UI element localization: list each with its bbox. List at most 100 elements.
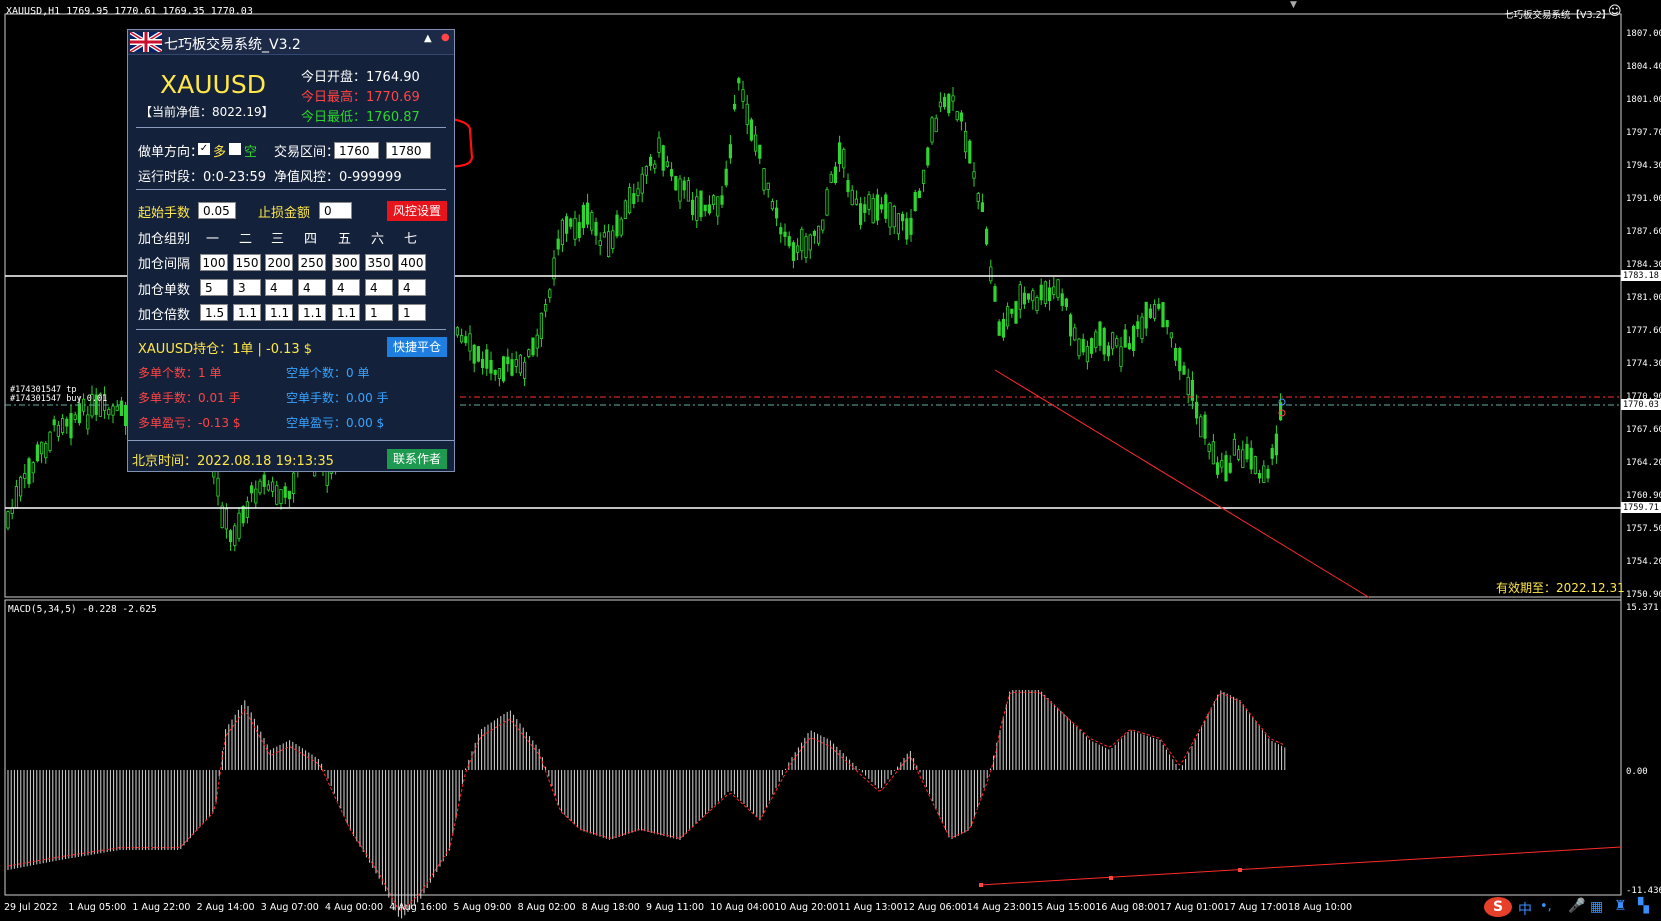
counts-input[interactable]: 4 xyxy=(265,279,293,296)
candle-body xyxy=(1073,327,1077,341)
candle-body xyxy=(787,236,791,247)
mults-input[interactable]: 1.1 xyxy=(298,304,326,321)
candle-body xyxy=(594,221,598,236)
keyboard-icon[interactable]: ▦ xyxy=(1590,899,1603,915)
quick-close-button[interactable]: 快捷平仓 xyxy=(387,337,447,357)
counts-input[interactable]: 4 xyxy=(298,279,326,296)
candle-body xyxy=(556,238,560,250)
price-tick-label: 1760.90 xyxy=(1626,491,1661,501)
candle-body xyxy=(48,431,52,451)
candle-body xyxy=(1203,414,1207,439)
equity-label: 【当前净值：8022.19】 xyxy=(140,105,274,119)
intervals-input[interactable]: 300 xyxy=(332,254,360,271)
mults-input[interactable]: 1 xyxy=(365,304,393,321)
intervals-input[interactable]: 150 xyxy=(233,254,261,271)
candle-body xyxy=(245,501,249,518)
risk-settings-button[interactable]: 风控设置 xyxy=(387,201,447,221)
collapse-icon[interactable]: ▲ xyxy=(424,33,432,44)
today-open: 今日开盘：1764.90 xyxy=(301,70,420,85)
toolbox-icon[interactable]: ▚ xyxy=(1638,898,1649,914)
candle-body xyxy=(745,103,749,125)
range-high-input[interactable]: 1780 xyxy=(386,142,431,159)
candle-body xyxy=(691,199,695,216)
candle-body xyxy=(1136,321,1140,329)
range-low-input[interactable]: 1760 xyxy=(334,142,379,159)
candle-body xyxy=(758,144,762,159)
chevron-down-icon[interactable]: ▼ xyxy=(1290,0,1297,10)
candle-body xyxy=(775,207,779,219)
position-summary: XAUUSD持仓：1单 | -0.13 $ xyxy=(138,342,313,357)
candle-body xyxy=(665,161,670,167)
candle-body xyxy=(1161,302,1165,328)
shirt-icon[interactable]: ♜ xyxy=(1614,898,1627,914)
long-checkbox[interactable]: ✓ xyxy=(198,143,210,155)
candle-body xyxy=(1148,308,1152,318)
time-tick-label: 12 Aug 06:00 xyxy=(902,902,967,913)
price-highlight-support: 1759.71 xyxy=(1623,503,1659,513)
candle-body xyxy=(560,219,565,246)
intervals-input[interactable]: 250 xyxy=(298,254,326,271)
candle-body xyxy=(1186,376,1190,395)
punctuation-icon[interactable]: •, xyxy=(1540,899,1552,914)
intervals-input[interactable]: 100 xyxy=(200,254,228,271)
candle-body xyxy=(959,112,964,122)
candle-body xyxy=(875,194,880,221)
trading-panel[interactable]: 七巧板交易系统_V3.2 ▲ ● XAUUSD 【当前净值：8022.19】 今… xyxy=(127,29,455,472)
short-pnl: 空单盈亏：0.00 $ xyxy=(286,416,385,430)
intervals-input[interactable]: 400 xyxy=(398,254,426,271)
panel-titlebar[interactable]: 七巧板交易系统_V3.2 ▲ ● xyxy=(128,30,454,55)
close-icon[interactable]: ● xyxy=(441,32,450,43)
counts-input[interactable]: 3 xyxy=(233,279,261,296)
candle-body xyxy=(233,525,237,546)
counts-input[interactable]: 4 xyxy=(398,279,426,296)
candle-body xyxy=(762,168,766,191)
intervals-input[interactable]: 200 xyxy=(265,254,293,271)
intervals-input[interactable]: 350 xyxy=(365,254,393,271)
counts-input[interactable]: 4 xyxy=(365,279,393,296)
mults-input[interactable]: 1.1 xyxy=(332,304,360,321)
candle-body xyxy=(44,443,48,459)
candle-body xyxy=(506,356,510,365)
mults-input[interactable]: 1.5 xyxy=(200,304,228,321)
candle-body xyxy=(270,481,275,492)
separator xyxy=(136,189,446,190)
candle-body xyxy=(476,346,481,362)
microphone-icon[interactable]: 🎤 xyxy=(1568,898,1585,914)
short-checkbox[interactable] xyxy=(229,143,241,155)
price-tick-label: 1787.60 xyxy=(1626,227,1661,237)
candle-body xyxy=(871,197,875,224)
candle-body xyxy=(1174,347,1178,361)
candle-body xyxy=(1258,472,1262,479)
candle-body xyxy=(590,212,594,231)
mults-input[interactable]: 1.1 xyxy=(233,304,261,321)
contact-author-button[interactable]: 联系作者 xyxy=(387,449,447,469)
mults-input[interactable]: 1.1 xyxy=(265,304,293,321)
separator xyxy=(136,127,446,128)
candle-body xyxy=(23,473,27,479)
time-tick-label: 8 Aug 18:00 xyxy=(581,902,640,913)
mults-input[interactable]: 1 xyxy=(398,304,426,321)
candle-body xyxy=(1253,456,1257,474)
candle-body xyxy=(485,349,489,369)
candle-body xyxy=(1169,332,1173,339)
stop-amount-input[interactable]: 0 xyxy=(319,202,352,219)
time-tick-label: 1 Aug 05:00 xyxy=(68,902,127,913)
start-lots-input[interactable]: 0.05 xyxy=(198,202,236,219)
candle-body xyxy=(968,140,972,164)
candle-body xyxy=(909,217,913,235)
candle-body xyxy=(35,444,40,462)
candle-body xyxy=(1241,449,1245,468)
group-label: 加仓组别 xyxy=(138,232,191,247)
ime-mode-label[interactable]: 中 xyxy=(1518,899,1532,919)
counts-input[interactable]: 4 xyxy=(332,279,360,296)
candle-body xyxy=(1249,447,1253,470)
counts-input[interactable]: 5 xyxy=(200,279,228,296)
sogou-icon[interactable]: S xyxy=(1484,897,1512,917)
time-tick-label: 5 Aug 09:00 xyxy=(453,902,512,913)
candle-body xyxy=(716,196,720,217)
candle-body xyxy=(804,236,808,258)
time-tick-label: 8 Aug 02:00 xyxy=(517,902,576,913)
time-tick-label: 10 Aug 20:00 xyxy=(774,902,839,913)
candle-body xyxy=(61,418,65,433)
order-label-buy: #174301547 buy 0.01 xyxy=(10,394,108,404)
